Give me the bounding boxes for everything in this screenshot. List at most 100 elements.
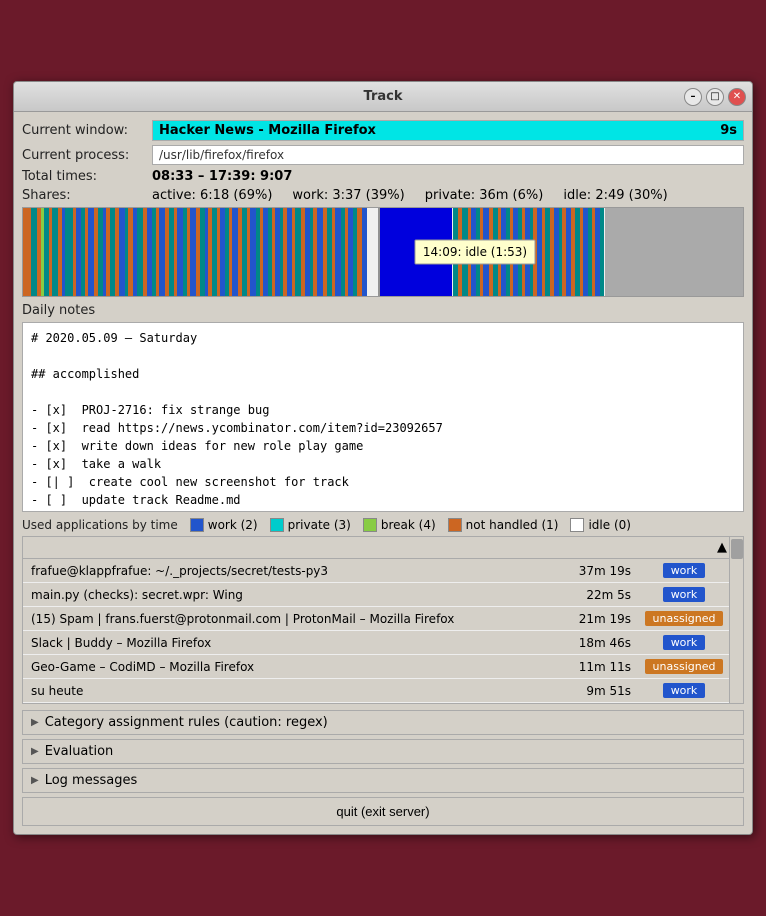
shares-idle: idle: 2:49 (30%): [563, 188, 667, 203]
notes-container[interactable]: # 2020.05.09 – Saturday ## accomplished …: [22, 322, 744, 512]
app-tag: unassigned: [639, 609, 729, 628]
legend-private-label: private (3): [288, 518, 351, 532]
legend-nothandled-color: [448, 518, 462, 532]
app-tag: work: [639, 681, 729, 700]
app-time: 21m 19s: [559, 612, 639, 626]
chevron-right-icon: ▶: [31, 717, 39, 728]
maximize-button[interactable]: □: [706, 88, 724, 106]
app-tag: unassigned: [639, 657, 729, 676]
legend-row: Used applications by time work (2) priva…: [22, 518, 744, 532]
app-tag-badge: work: [663, 587, 706, 602]
collapsible-label: Log messages: [45, 773, 138, 788]
app-name: Geo-Game – CodiMD – Mozilla Firefox: [23, 660, 559, 674]
scroll-up-arrow: ▲: [717, 540, 727, 555]
legend-work-label: work (2): [208, 518, 258, 532]
collapsible-label: Evaluation: [45, 744, 114, 759]
table-row[interactable]: Geo-Game – CodiMD – Mozilla Firefox 11m …: [23, 655, 729, 679]
total-times-row: Total times: 08:33 – 17:39: 9:07: [22, 169, 744, 184]
app-tag: work: [639, 561, 729, 580]
svg-text:14:09: idle (1:53): 14:09: idle (1:53): [423, 245, 527, 259]
minimize-button[interactable]: –: [684, 88, 702, 106]
app-time: 22m 5s: [559, 588, 639, 602]
app-name: (15) Spam | frans.fuerst@protonmail.com …: [23, 612, 559, 626]
shares-work: work: 3:37 (39%): [292, 188, 404, 203]
legend-break: break (4): [363, 518, 436, 532]
shares-private: private: 36m (6%): [425, 188, 544, 203]
titlebar: Track – □ ✕: [14, 82, 752, 112]
table-scrollbar[interactable]: [729, 537, 743, 703]
shares-values: active: 6:18 (69%) work: 3:37 (39%) priv…: [152, 188, 668, 203]
legend-idle: idle (0): [570, 518, 630, 532]
app-time: 18m 46s: [559, 636, 639, 650]
collapsible-header-1[interactable]: ▶ Evaluation: [23, 740, 743, 763]
app-time: 11m 11s: [559, 660, 639, 674]
current-window-time: 9s: [720, 123, 737, 138]
app-time: 37m 19s: [559, 564, 639, 578]
app-name: Slack | Buddy – Mozilla Firefox: [23, 636, 559, 650]
legend-idle-label: idle (0): [588, 518, 630, 532]
collapsible-header-2[interactable]: ▶ Log messages: [23, 769, 743, 792]
legend-private: private (3): [270, 518, 351, 532]
shares-row: Shares: active: 6:18 (69%) work: 3:37 (3…: [22, 188, 744, 203]
app-tag: work: [639, 585, 729, 604]
app-time: 9m 51s: [559, 684, 639, 698]
legend-idle-color: [570, 518, 584, 532]
current-window-label: Current window:: [22, 123, 152, 138]
app-tag: work: [639, 633, 729, 652]
table-row[interactable]: main.py (checks): secret.wpr: Wing 22m 5…: [23, 583, 729, 607]
legend-nothandled: not handled (1): [448, 518, 559, 532]
collapsible-label: Category assignment rules (caution: rege…: [45, 715, 328, 730]
app-tag-badge: unassigned: [645, 611, 724, 626]
app-name: main.py (checks): secret.wpr: Wing: [23, 588, 559, 602]
table-header: ▲: [23, 537, 729, 559]
table-row[interactable]: frafue@klappfrafue: ~/._projects/secret/…: [23, 559, 729, 583]
legend-work: work (2): [190, 518, 258, 532]
collapsible-section: ▶ Log messages: [22, 768, 744, 793]
applications-list: frafue@klappfrafue: ~/._projects/secret/…: [23, 559, 729, 703]
window-title: Track: [364, 89, 403, 104]
app-tag-badge: work: [663, 683, 706, 698]
legend-nothandled-label: not handled (1): [466, 518, 559, 532]
legend-work-color: [190, 518, 204, 532]
chevron-right-icon: ▶: [31, 746, 39, 757]
current-process-value: /usr/lib/firefox/firefox: [152, 145, 744, 165]
daily-notes-label: Daily notes: [22, 303, 744, 318]
current-window-text: Hacker News - Mozilla Firefox: [159, 123, 376, 138]
close-button[interactable]: ✕: [728, 88, 746, 106]
applications-table-wrapper: ▲ frafue@klappfrafue: ~/._projects/secre…: [22, 536, 744, 704]
current-process-row: Current process: /usr/lib/firefox/firefo…: [22, 145, 744, 165]
shares-label: Shares:: [22, 188, 152, 203]
legend-break-color: [363, 518, 377, 532]
table-scroll-up[interactable]: ▲: [717, 540, 729, 555]
shares-active: active: 6:18 (69%): [152, 188, 272, 203]
app-name: su heute: [23, 684, 559, 698]
legend-break-label: break (4): [381, 518, 436, 532]
content-area: Current window: Hacker News - Mozilla Fi…: [14, 112, 752, 834]
legend-label: Used applications by time: [22, 518, 178, 532]
collapsible-sections: ▶ Category assignment rules (caution: re…: [22, 710, 744, 793]
timeline-svg: 14:09: idle (1:53): [23, 208, 743, 296]
table-row[interactable]: su heute 9m 51s work: [23, 679, 729, 703]
applications-table: ▲ frafue@klappfrafue: ~/._projects/secre…: [23, 537, 729, 703]
timeline-chart[interactable]: 14:09: idle (1:53): [22, 207, 744, 297]
current-window-row: Current window: Hacker News - Mozilla Fi…: [22, 120, 744, 141]
scrollbar-thumb: [731, 539, 743, 559]
notes-text: # 2020.05.09 – Saturday ## accomplished …: [31, 329, 735, 509]
app-name: frafue@klappfrafue: ~/._projects/secret/…: [23, 564, 559, 578]
collapsible-header-0[interactable]: ▶ Category assignment rules (caution: re…: [23, 711, 743, 734]
app-tag-badge: work: [663, 563, 706, 578]
table-row[interactable]: Slack | Buddy – Mozilla Firefox 18m 46s …: [23, 631, 729, 655]
app-tag-badge: unassigned: [645, 659, 724, 674]
current-window-value: Hacker News - Mozilla Firefox 9s: [152, 120, 744, 141]
quit-button[interactable]: quit (exit server): [22, 797, 744, 826]
titlebar-buttons: – □ ✕: [684, 88, 746, 106]
collapsible-section: ▶ Evaluation: [22, 739, 744, 764]
legend-private-color: [270, 518, 284, 532]
app-tag-badge: work: [663, 635, 706, 650]
total-times-label: Total times:: [22, 169, 152, 184]
total-times-value: 08:33 – 17:39: 9:07: [152, 169, 292, 184]
current-process-label: Current process:: [22, 148, 152, 163]
collapsible-section: ▶ Category assignment rules (caution: re…: [22, 710, 744, 735]
table-row[interactable]: (15) Spam | frans.fuerst@protonmail.com …: [23, 607, 729, 631]
main-window: Track – □ ✕ Current window: Hacker News …: [13, 81, 753, 835]
